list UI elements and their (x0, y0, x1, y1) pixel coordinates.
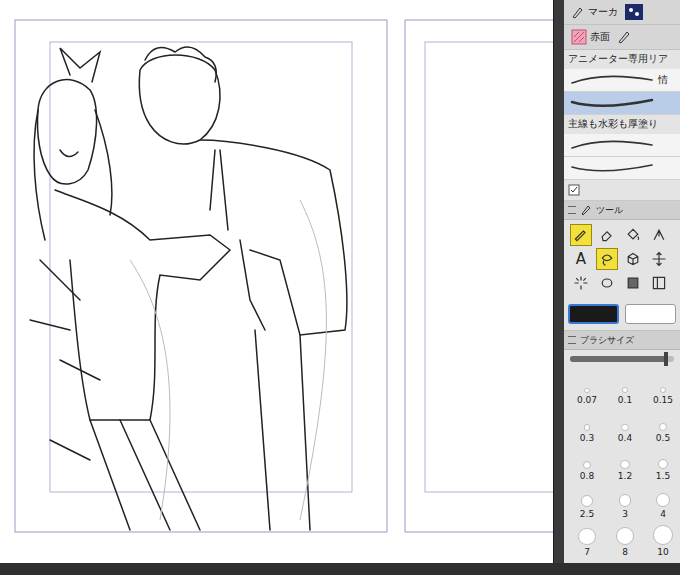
color-row (564, 298, 680, 331)
size-dot-icon (656, 493, 670, 507)
size-dot-icon (581, 495, 593, 507)
size-dot-icon (616, 527, 634, 545)
sketch-artwork (0, 0, 553, 563)
size-dot-icon (578, 528, 595, 545)
brush-preset[interactable] (564, 134, 680, 157)
fill-icon (625, 227, 641, 243)
stroke-preview-icon (568, 136, 656, 154)
brush-size-option[interactable]: 2.5 (568, 484, 606, 520)
tool-button[interactable] (648, 224, 670, 246)
tool-button[interactable] (570, 272, 592, 294)
brush-size-option[interactable]: 0.07 (568, 370, 606, 406)
gradient-icon (625, 275, 641, 291)
brush-size-option[interactable]: 8 (606, 522, 644, 558)
size-dot-icon (659, 423, 667, 431)
brush-size-option[interactable]: 1.5 (644, 446, 680, 482)
tool-button[interactable] (622, 272, 644, 294)
brush-group-title: アニメーター専用リア (564, 50, 680, 69)
subtool-tab-row: 赤面 (564, 25, 680, 50)
brush-size-option[interactable]: 0.1 (606, 370, 644, 406)
size-dot-icon (660, 387, 666, 393)
pattern-icon (625, 4, 643, 20)
lasso-icon (599, 251, 615, 267)
subtool-tab-row: マーカ (564, 0, 680, 25)
brush-size-grid: 0.070.10.15 0.30.40.5 0.81.21.5 2.534 7810 (564, 368, 680, 560)
brush-size-slider[interactable] (564, 350, 680, 368)
size-dot-icon (619, 494, 632, 507)
brush-size-option[interactable]: 0.5 (644, 408, 680, 444)
tool-button[interactable] (622, 224, 644, 246)
grip-icon (568, 206, 576, 214)
brush-group: 主線も水彩も厚塗り (564, 115, 680, 180)
size-dot-icon (621, 424, 628, 431)
stroke-preview-icon (568, 159, 656, 177)
brush-size-header: ブラシサイズ (564, 331, 680, 350)
brush-size-option[interactable]: 10 (644, 522, 680, 558)
tool-button[interactable] (596, 272, 618, 294)
pen-icon (617, 30, 631, 44)
slider-fill (570, 356, 666, 362)
size-dot-icon (583, 461, 591, 469)
brush-size-option[interactable]: 4 (644, 484, 680, 520)
brush-size-option[interactable]: 0.4 (606, 408, 644, 444)
brush-preset[interactable]: 情 (564, 69, 680, 92)
slider-track[interactable] (570, 356, 674, 362)
tool-button[interactable]: A (570, 248, 592, 270)
pen-icon (573, 227, 589, 243)
tool-button[interactable] (596, 248, 618, 270)
canvas[interactable] (0, 0, 553, 563)
eraser-icon (599, 227, 615, 243)
select-icon (599, 275, 615, 291)
brush-size-option[interactable]: 1.2 (606, 446, 644, 482)
brush-size-option[interactable]: 7 (568, 522, 606, 558)
frame-icon (651, 275, 667, 291)
brush-size-option[interactable]: 0.15 (644, 370, 680, 406)
burst-icon (573, 275, 589, 291)
brush-size-option[interactable]: 0.8 (568, 446, 606, 482)
main-area: マーカ赤面アニメーター専用リア情主線も水彩も厚塗りツールAブラシサイズ0.070… (0, 0, 680, 563)
tool-button[interactable] (570, 224, 592, 246)
brush-preset[interactable] (564, 157, 680, 180)
stroke-preview-icon (568, 94, 656, 112)
brush-size-option[interactable]: 0.3 (568, 408, 606, 444)
horizontal-scrollbar[interactable] (0, 563, 680, 575)
size-dot-icon (653, 525, 673, 545)
size-dot-icon (622, 387, 628, 393)
vertical-scrollbar[interactable] (553, 0, 564, 563)
move-icon (651, 251, 667, 267)
color-swatch[interactable] (625, 304, 676, 324)
tool-button[interactable] (648, 272, 670, 294)
brush-group: アニメーター専用リア情 (564, 50, 680, 115)
tool-panel-header: ツール (564, 201, 680, 220)
tool-button[interactable] (596, 224, 618, 246)
brush-size-option[interactable]: 3 (606, 484, 644, 520)
slider-knob[interactable] (664, 352, 668, 366)
color-swatch[interactable] (568, 304, 619, 324)
checkbox-icon[interactable] (568, 184, 580, 196)
side-panel: マーカ赤面アニメーター専用リア情主線も水彩も厚塗りツールAブラシサイズ0.070… (564, 0, 680, 563)
brush-group-title: 主線も水彩も厚塗り (564, 115, 680, 134)
app-window: マーカ赤面アニメーター専用リア情主線も水彩も厚塗りツールAブラシサイズ0.070… (0, 0, 680, 575)
subtool-tab[interactable]: マーカ (568, 4, 621, 20)
size-dot-icon (658, 459, 668, 469)
size-dot-icon (584, 424, 591, 431)
pen-icon (580, 204, 592, 216)
marker-icon (571, 5, 585, 19)
tool-button[interactable] (622, 248, 644, 270)
subtool-tab[interactable]: 赤面 (568, 28, 613, 46)
stroke-preview-icon (568, 71, 656, 89)
tool-button[interactable] (648, 248, 670, 270)
options-row (564, 180, 680, 201)
brush-preset[interactable] (564, 92, 680, 115)
grip-icon (568, 336, 576, 344)
size-dot-icon (584, 388, 589, 393)
size-dot-icon (620, 460, 629, 469)
pen-nib-icon (651, 227, 667, 243)
cube-icon (625, 251, 641, 267)
tool-grid: A (564, 220, 680, 298)
blush-hatch-icon (571, 29, 587, 45)
